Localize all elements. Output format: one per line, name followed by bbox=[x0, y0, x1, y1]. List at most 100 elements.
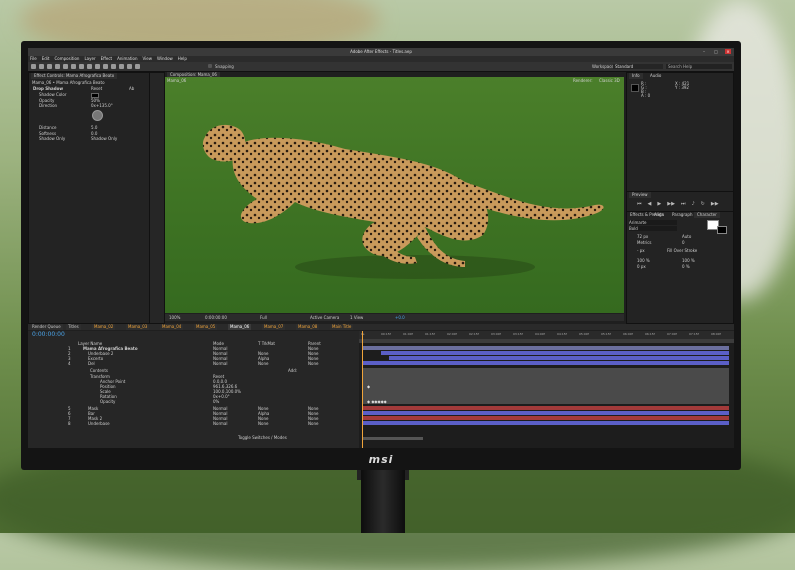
mute-icon[interactable]: ♪ bbox=[691, 201, 694, 207]
next-frame-icon[interactable]: ▶▶ bbox=[667, 201, 675, 207]
camera-select[interactable]: Active Camera bbox=[310, 314, 339, 321]
play-icon[interactable]: ▶ bbox=[657, 201, 661, 207]
layer-8-trkmat[interactable]: None bbox=[258, 421, 268, 426]
tab-main-title[interactable]: Main Title bbox=[330, 324, 354, 330]
prop-distance-value[interactable]: 5.0 bbox=[91, 125, 97, 130]
tab-render-queue[interactable]: Render Queue bbox=[30, 324, 63, 330]
comp-timecode[interactable]: 0:00:00:00 bbox=[205, 314, 227, 321]
close-icon[interactable]: × bbox=[725, 49, 731, 54]
hand-tool-icon[interactable] bbox=[39, 64, 44, 69]
paragraph-tab[interactable]: Paragraph bbox=[669, 212, 696, 218]
ram-preview-icon[interactable]: ▶▶ bbox=[711, 201, 719, 207]
tab-mama-04[interactable]: Mama_04 bbox=[160, 324, 184, 330]
opacity-value[interactable]: 0% bbox=[213, 399, 219, 404]
pan-behind-tool-icon[interactable] bbox=[71, 64, 76, 69]
audio-tab[interactable]: Audio bbox=[647, 73, 664, 79]
tab-titles[interactable]: Titles bbox=[66, 324, 81, 330]
maximize-icon[interactable]: □ bbox=[713, 49, 719, 54]
stroke-color-swatch[interactable] bbox=[717, 226, 727, 234]
layer-4-name[interactable]: Del bbox=[88, 361, 95, 366]
layer-4-trkmat[interactable]: None bbox=[258, 361, 268, 366]
pen-tool-icon[interactable] bbox=[87, 64, 92, 69]
tab-mama-02[interactable]: Mama_02 bbox=[92, 324, 116, 330]
layer-5-bar[interactable] bbox=[363, 406, 729, 410]
layer-1-bar[interactable] bbox=[363, 346, 729, 350]
brush-tool-icon[interactable] bbox=[103, 64, 108, 69]
first-frame-icon[interactable]: ⏮ bbox=[637, 201, 642, 207]
prop-shadow-only-checkbox[interactable]: Shadow Only bbox=[91, 136, 117, 141]
rotate-tool-icon[interactable] bbox=[55, 64, 60, 69]
layer-8-parent[interactable]: None bbox=[308, 421, 318, 426]
layer-6-bar[interactable] bbox=[363, 411, 729, 415]
minimize-icon[interactable]: – bbox=[701, 49, 707, 54]
layer-3-bar[interactable] bbox=[389, 356, 729, 360]
composition-viewer[interactable] bbox=[165, 77, 624, 313]
tsume-value[interactable]: 0 % bbox=[682, 264, 690, 269]
type-tool-icon[interactable] bbox=[95, 64, 100, 69]
tab-mama-07[interactable]: Mama_07 bbox=[262, 324, 286, 330]
renderer-value[interactable]: Classic 3D bbox=[599, 78, 620, 83]
layer-4-bar[interactable] bbox=[363, 361, 729, 365]
tab-mama-08[interactable]: Mama_08 bbox=[296, 324, 320, 330]
layer-4-mode[interactable]: Normal bbox=[213, 361, 227, 366]
layer-8-bar[interactable] bbox=[363, 421, 729, 425]
leading-value[interactable]: Auto bbox=[682, 234, 691, 239]
work-area-bar[interactable] bbox=[359, 339, 734, 343]
contents-group[interactable]: Contents bbox=[90, 368, 108, 373]
effect-reset-link[interactable]: Reset bbox=[91, 86, 102, 91]
baseline-shift-value[interactable]: 0 px bbox=[637, 264, 646, 269]
view-select[interactable]: 1 View bbox=[350, 314, 363, 321]
font-size-value[interactable]: 72 px bbox=[637, 234, 648, 239]
clone-tool-icon[interactable] bbox=[111, 64, 116, 69]
eraser-tool-icon[interactable] bbox=[119, 64, 124, 69]
prop-direction: Direction bbox=[39, 103, 58, 108]
layer-8-mode[interactable]: Normal bbox=[213, 421, 227, 426]
prop-direction-value[interactable]: 0x+135.0° bbox=[91, 103, 113, 108]
info-tab[interactable]: Info bbox=[629, 73, 643, 79]
stroke-mode-select[interactable]: Fill Over Stroke bbox=[667, 248, 697, 253]
exposure-value[interactable]: +0.0 bbox=[395, 314, 405, 321]
stroke-width-value[interactable]: - px bbox=[637, 248, 645, 253]
tab-mama-03[interactable]: Mama_03 bbox=[126, 324, 150, 330]
position-keyframe[interactable]: ◆ bbox=[367, 384, 370, 389]
effect-name[interactable]: Drop Shadow bbox=[33, 86, 63, 91]
puppet-tool-icon[interactable] bbox=[135, 64, 140, 69]
font-style-select[interactable]: Bold bbox=[629, 226, 677, 231]
effect-controls-tab[interactable]: Effect Controls: Mama Afrografica Beato bbox=[31, 73, 118, 79]
kerning-value[interactable]: Metrics bbox=[637, 240, 652, 245]
workspace-select[interactable]: Standard bbox=[613, 64, 663, 69]
timeline-zoom-slider[interactable] bbox=[363, 437, 423, 440]
tab-mama-05[interactable]: Mama_05 bbox=[194, 324, 218, 330]
effect-about-link[interactable]: Ab bbox=[129, 86, 134, 91]
mask-tool-icon[interactable] bbox=[79, 64, 84, 69]
last-frame-icon[interactable]: ⏭ bbox=[681, 201, 686, 207]
layer-8-name[interactable]: Underbase bbox=[88, 421, 110, 426]
zoom-tool-icon[interactable] bbox=[47, 64, 52, 69]
tab-mama-06[interactable]: Mama_06 bbox=[228, 324, 252, 330]
layer-7-bar[interactable] bbox=[363, 416, 729, 420]
preview-tab[interactable]: Preview bbox=[629, 192, 651, 198]
direction-dial[interactable] bbox=[92, 110, 103, 121]
snapping-checkbox[interactable] bbox=[208, 64, 212, 68]
vertical-scale-value[interactable]: 100 % bbox=[637, 258, 650, 263]
align-tab[interactable]: Align bbox=[651, 212, 667, 218]
loop-icon[interactable]: ↻ bbox=[701, 201, 705, 207]
font-family-select[interactable]: Arimarte bbox=[629, 220, 677, 225]
opacity-keyframes[interactable]: ◆ ◆◆◆◆◆ bbox=[367, 399, 387, 404]
toggle-switches-modes[interactable]: Toggle Switches / Modes bbox=[238, 435, 287, 440]
selection-tool-icon[interactable] bbox=[31, 64, 36, 69]
character-tab[interactable]: Character bbox=[694, 212, 720, 218]
camera-tool-icon[interactable] bbox=[63, 64, 68, 69]
roto-tool-icon[interactable] bbox=[127, 64, 132, 69]
add-label[interactable]: Add: bbox=[288, 368, 297, 373]
timeline-timecode[interactable]: 0:00:00:00 bbox=[32, 331, 65, 339]
layer-4-parent[interactable]: None bbox=[308, 361, 318, 366]
tracking-value[interactable]: 0 bbox=[682, 240, 685, 245]
zoom-select[interactable]: 100% bbox=[169, 314, 180, 321]
search-help-input[interactable]: Search Help bbox=[666, 64, 732, 69]
resolution-select[interactable]: Full bbox=[260, 314, 267, 321]
composition-subtab[interactable]: Mama_06 bbox=[167, 78, 186, 83]
prev-frame-icon[interactable]: ◀ bbox=[648, 201, 652, 207]
layer-2-bar[interactable] bbox=[381, 351, 729, 355]
horizontal-scale-value[interactable]: 100 % bbox=[682, 258, 695, 263]
